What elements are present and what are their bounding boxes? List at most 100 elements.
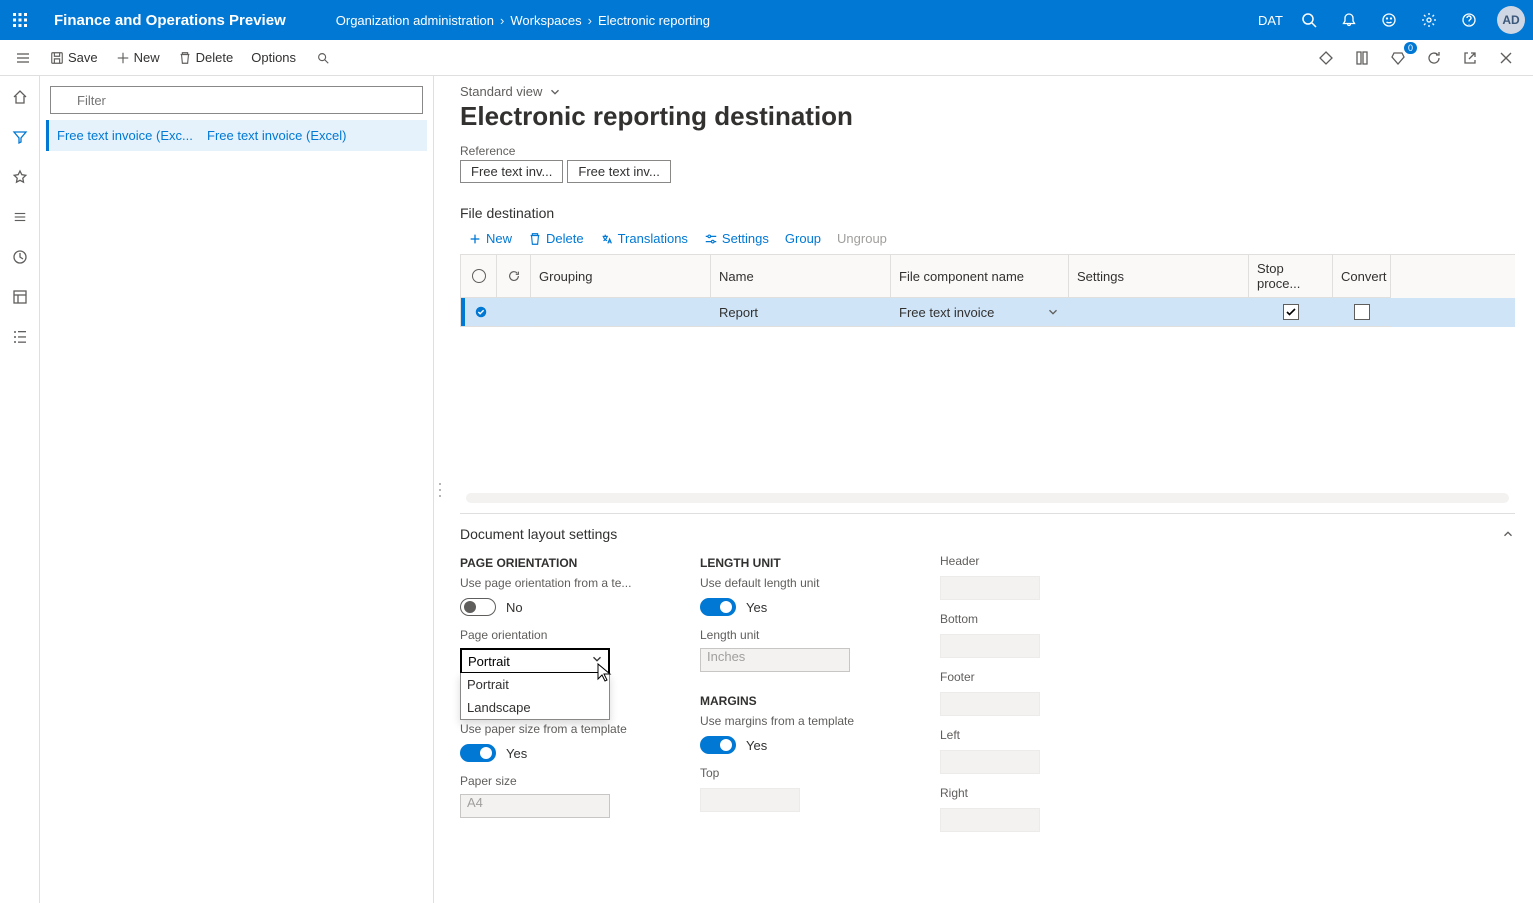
content-pane: Standard view Electronic reporting desti… [446, 76, 1533, 903]
notification-badge: 0 [1404, 42, 1417, 54]
reference-value-2[interactable]: Free text inv... [567, 160, 670, 183]
margin-right-input [940, 808, 1040, 832]
row-name[interactable]: Report [711, 298, 891, 327]
breadcrumb-item[interactable]: Organization administration [330, 13, 500, 28]
dropdown-option-portrait[interactable]: Portrait [461, 673, 609, 696]
grid-scrollbar[interactable] [466, 493, 1509, 503]
row-grouping[interactable] [531, 298, 711, 327]
col-file-component[interactable]: File component name [891, 255, 1069, 298]
new-button[interactable]: New [108, 44, 168, 71]
page-orientation-select[interactable] [460, 648, 610, 674]
paper-size-input: A4 [460, 794, 610, 818]
use-margins-template-label: Use margins from a template [700, 714, 880, 728]
search-icon[interactable] [1291, 0, 1327, 40]
col-convert[interactable]: Convert [1333, 255, 1391, 298]
popout-icon[interactable] [1453, 44, 1487, 72]
app-title: Finance and Operations Preview [40, 12, 300, 29]
smiley-icon[interactable] [1371, 0, 1407, 40]
modules-icon[interactable] [4, 324, 36, 350]
company-indicator[interactable]: DAT [1254, 13, 1287, 28]
splitter[interactable] [434, 76, 446, 903]
grid-new-button[interactable]: New [468, 231, 512, 246]
workspace-icon[interactable] [4, 284, 36, 310]
use-default-length-toggle[interactable] [700, 598, 736, 616]
margin-left-input [940, 750, 1040, 774]
quick-search-icon[interactable] [306, 45, 340, 71]
list-item[interactable]: Free text invoice (Exc... Free text invo… [46, 120, 427, 151]
recent-icon[interactable] [4, 244, 36, 270]
length-unit-label: Length unit [700, 628, 880, 642]
view-name[interactable]: Standard view [460, 84, 542, 99]
hamburger-icon[interactable] [6, 44, 40, 72]
col-settings[interactable]: Settings [1069, 255, 1249, 298]
row-convert-checkbox[interactable] [1333, 298, 1391, 327]
grid-delete-button[interactable]: Delete [528, 231, 584, 246]
document-layout-settings-header[interactable]: Document layout settings [460, 513, 1515, 548]
col-stop-processing[interactable]: Stop proce... [1249, 255, 1333, 298]
breadcrumb: Organization administration › Workspaces… [300, 13, 1254, 28]
book-icon[interactable] [1345, 44, 1379, 72]
grid-settings-button[interactable]: Settings [704, 231, 769, 246]
close-icon[interactable] [1489, 44, 1523, 72]
star-icon[interactable] [4, 164, 36, 190]
grid-ungroup-button: Ungroup [837, 231, 887, 246]
chevron-up-icon [1501, 527, 1515, 541]
row-selector[interactable] [465, 298, 497, 327]
collapse-rail-icon[interactable] [4, 204, 36, 230]
toggle-value: Yes [746, 600, 767, 615]
margins-title: MARGINS [700, 694, 880, 708]
command-bar: Save New Delete Options 0 [0, 40, 1533, 76]
margin-bottom-label: Bottom [940, 612, 1120, 626]
page-orientation-group: PAGE ORIENTATION Use page orientation fr… [460, 552, 640, 838]
filter-icon[interactable] [4, 124, 36, 150]
margins-right-group: Header Bottom Footer Left Right [940, 552, 1120, 838]
length-margins-group: LENGTH UNIT Use default length unit Yes … [700, 552, 880, 838]
grid-toolbar: New Delete Translations Settings Group U… [460, 227, 1515, 254]
use-orientation-template-toggle[interactable] [460, 598, 496, 616]
delete-button[interactable]: Delete [170, 44, 242, 71]
reference-value-1[interactable]: Free text inv... [460, 160, 563, 183]
gear-icon[interactable] [1411, 0, 1447, 40]
file-destination-title: File destination [460, 195, 1515, 227]
paper-size-label: Paper size [460, 774, 640, 788]
use-margins-template-toggle[interactable] [700, 736, 736, 754]
row-stop-checkbox[interactable] [1249, 298, 1333, 327]
notifications-button[interactable]: 0 [1381, 44, 1415, 72]
row-file-component[interactable]: Free text invoice [891, 298, 1069, 327]
diamond-icon[interactable] [1309, 44, 1343, 72]
use-paper-template-toggle[interactable] [460, 744, 496, 762]
col-refresh-icon[interactable] [497, 255, 531, 298]
breadcrumb-item[interactable]: Workspaces [504, 13, 587, 28]
dropdown-option-landscape[interactable]: Landscape [461, 696, 609, 719]
chevron-down-icon[interactable] [548, 85, 562, 99]
margin-header-input [940, 576, 1040, 600]
options-button[interactable]: Options [243, 44, 304, 71]
col-grouping[interactable]: Grouping [531, 255, 711, 298]
reference-label: Reference [460, 144, 1515, 158]
refresh-icon[interactable] [1417, 44, 1451, 72]
toggle-value: Yes [506, 746, 527, 761]
app-launcher-icon[interactable] [0, 0, 40, 40]
user-avatar[interactable]: AD [1497, 6, 1525, 34]
save-button[interactable]: Save [42, 44, 106, 71]
grid-group-button[interactable]: Group [785, 231, 821, 246]
list-item-col2: Free text invoice (Excel) [207, 128, 346, 143]
grid-translations-button[interactable]: Translations [600, 231, 688, 246]
margin-left-label: Left [940, 728, 1120, 742]
margin-bottom-input [940, 634, 1040, 658]
row-settings[interactable] [1069, 298, 1249, 327]
page-orientation-label: Page orientation [460, 628, 640, 642]
use-paper-template-label: Use paper size from a template [460, 722, 640, 736]
filter-input[interactable] [50, 86, 423, 114]
col-name[interactable]: Name [711, 255, 891, 298]
length-unit-input: Inches [700, 648, 850, 672]
table-row[interactable]: Report Free text invoice [461, 298, 1515, 327]
breadcrumb-item[interactable]: Electronic reporting [592, 13, 716, 28]
help-icon[interactable] [1451, 0, 1487, 40]
col-select-all[interactable] [461, 255, 497, 298]
toggle-value: Yes [746, 738, 767, 753]
chevron-right-icon: › [588, 13, 592, 28]
home-icon[interactable] [4, 84, 36, 110]
margin-top-label: Top [700, 766, 880, 780]
bell-icon[interactable] [1331, 0, 1367, 40]
